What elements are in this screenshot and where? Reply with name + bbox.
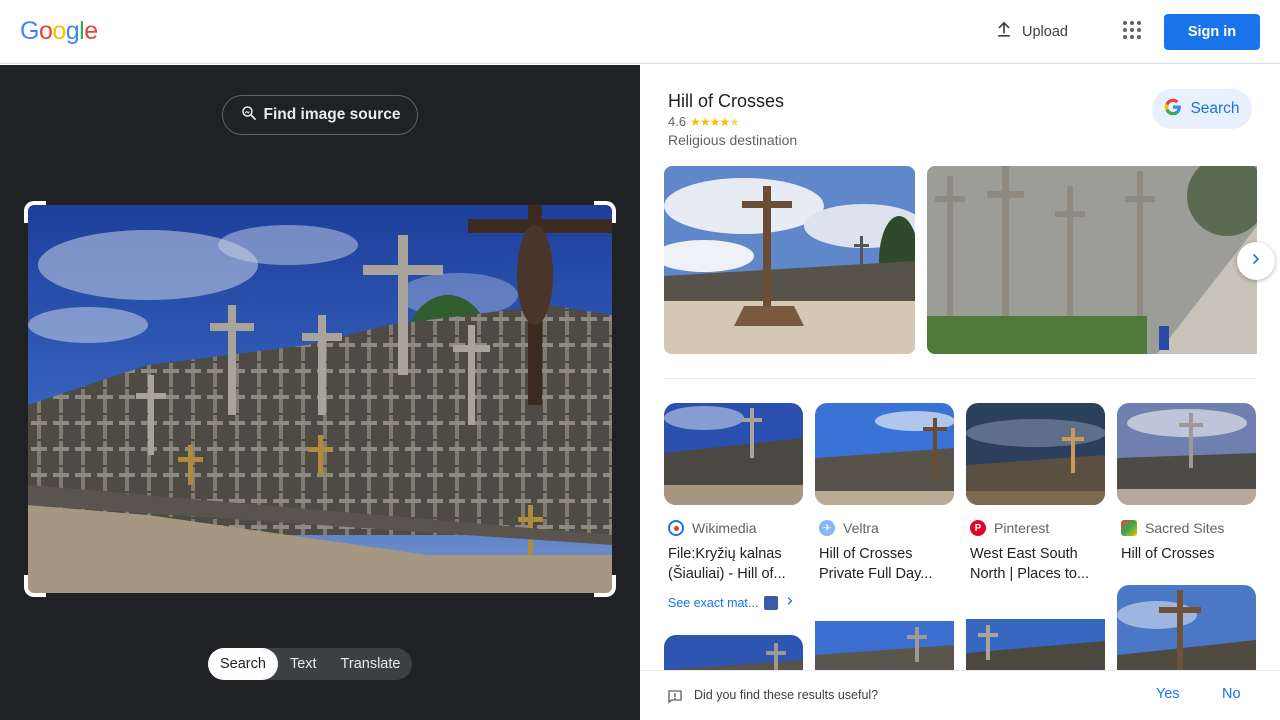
lens-mode-tabs: Search Text Translate [208, 648, 413, 680]
logo-letter: e [84, 17, 98, 45]
wikimedia-icon [668, 520, 684, 536]
crop-handle-top-right[interactable] [594, 201, 616, 223]
veltra-icon: ✈ [819, 520, 835, 536]
hero-image[interactable] [927, 166, 1257, 354]
result-thumbnail[interactable] [1117, 403, 1256, 505]
apps-button[interactable] [1116, 16, 1148, 48]
knowledge-panel-title[interactable]: Hill of Crosses [668, 91, 784, 112]
feedback-question: Did you find these results useful? [694, 688, 879, 702]
result-thumbnail[interactable] [815, 403, 954, 505]
top-bar: Google Upload Sign in [0, 0, 1280, 64]
lens-image-pane: Find image source Search Text Translate [0, 65, 640, 720]
logo-letter: g [65, 17, 80, 45]
results-pane: Hill of Crosses 4.6 ★★★★★ Religious dest… [640, 65, 1280, 720]
divider [664, 378, 1256, 379]
rating: 4.6 ★★★★★ [668, 114, 740, 129]
result-thumbnail[interactable] [966, 403, 1105, 505]
image-search-icon [240, 104, 258, 127]
hero-image[interactable] [664, 166, 915, 354]
upload-icon [994, 20, 1014, 44]
result-source[interactable]: Wikimedia [668, 520, 757, 536]
tab-translate[interactable]: Translate [329, 648, 413, 680]
apps-grid-icon [1122, 20, 1142, 45]
result-source[interactable]: ✈ Veltra [819, 520, 879, 536]
query-image[interactable] [28, 205, 612, 593]
google-search-button[interactable]: Search [1152, 89, 1252, 129]
rating-stars-icon: ★★★★★ [690, 114, 740, 129]
result-source[interactable]: Sacred Sites [1121, 520, 1224, 536]
tab-text[interactable]: Text [278, 648, 329, 680]
see-exact-matches-link[interactable]: See exact mat... [668, 595, 796, 610]
sign-in-button[interactable]: Sign in [1164, 14, 1260, 50]
pinterest-icon: P [970, 520, 986, 536]
google-g-icon [1164, 98, 1182, 121]
chevron-right-icon [784, 595, 796, 610]
thumbnail-icon [764, 595, 779, 610]
result-title[interactable]: Hill of Crosses [1121, 544, 1261, 564]
upload-button[interactable]: Upload [986, 14, 1076, 50]
find-image-source-label: Find image source [263, 106, 401, 123]
result-title[interactable]: Hill of Crosses Private Full Day... [819, 544, 959, 584]
knowledge-panel-subtitle: Religious destination [668, 132, 798, 148]
sacred-sites-icon [1121, 520, 1137, 536]
see-exact-matches-label: See exact mat... [668, 595, 759, 610]
result-thumbnail[interactable] [664, 403, 803, 505]
result-source-label: Veltra [843, 520, 879, 536]
find-image-source-button[interactable]: Find image source [222, 95, 418, 135]
rating-value: 4.6 [668, 114, 687, 129]
google-search-label: Search [1190, 100, 1240, 117]
logo-letter: G [20, 17, 39, 45]
result-title[interactable]: File:Kryžių kalnas (Šiauliai) - Hill of.… [668, 544, 808, 584]
crop-handle-bottom-left[interactable] [24, 575, 46, 597]
google-logo[interactable]: Google [20, 17, 98, 46]
result-source-label: Wikimedia [692, 520, 757, 536]
feedback-yes-button[interactable]: Yes [1156, 686, 1180, 702]
result-source-label: Pinterest [994, 520, 1050, 536]
logo-letter: o [52, 17, 66, 45]
result-source[interactable]: P Pinterest [970, 520, 1049, 536]
result-title[interactable]: West East South North | Places to... [970, 544, 1110, 584]
next-arrow-button[interactable] [1237, 242, 1275, 280]
crop-handle-bottom-right[interactable] [594, 575, 616, 597]
feedback-no-button[interactable]: No [1222, 686, 1241, 702]
result-source-label: Sacred Sites [1145, 520, 1225, 536]
feedback-icon [666, 688, 684, 711]
crop-handle-top-left[interactable] [24, 201, 46, 223]
chevron-right-icon [1248, 251, 1264, 272]
tab-search[interactable]: Search [208, 648, 278, 680]
feedback-bar: Did you find these results useful? Yes N… [640, 670, 1280, 720]
upload-label: Upload [1022, 24, 1068, 40]
logo-letter: o [38, 17, 53, 45]
